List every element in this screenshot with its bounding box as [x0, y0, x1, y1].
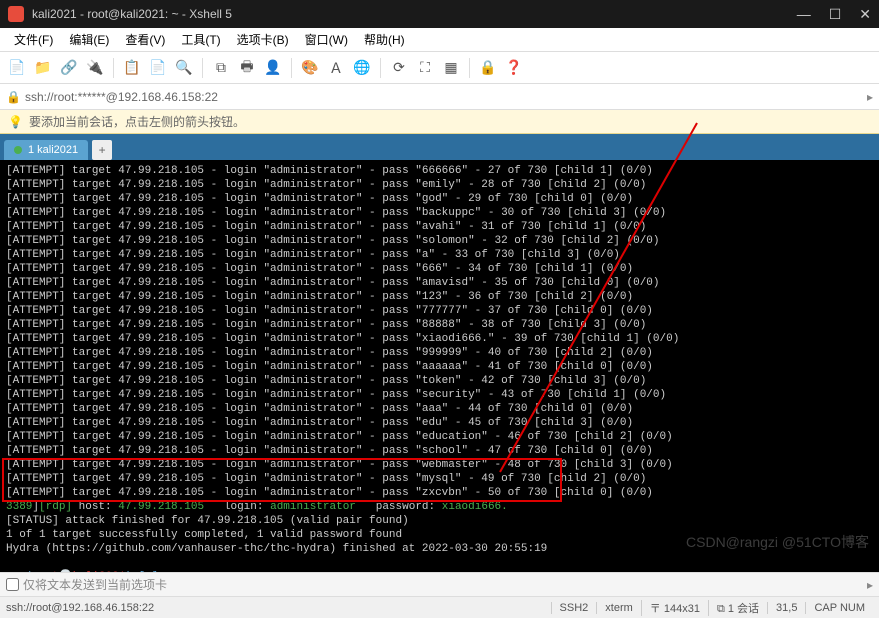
copy-icon[interactable]: 📋 [121, 57, 143, 79]
summary-line: Hydra (https://github.com/vanhauser-thc/… [6, 542, 873, 556]
search-icon[interactable]: 🔍 [173, 57, 195, 79]
menu-bar: 文件(F) 编辑(E) 查看(V) 工具(T) 选项卡(B) 窗口(W) 帮助(… [0, 28, 879, 52]
close-button[interactable]: ✕ [859, 6, 871, 23]
menu-tabs[interactable]: 选项卡(B) [229, 31, 297, 48]
status-ssh: SSH2 [551, 602, 597, 614]
properties-icon[interactable]: ⧉ [210, 57, 232, 79]
terminal[interactable]: [ATTEMPT] target 47.99.218.105 - login "… [0, 160, 879, 572]
bulb-icon: 💡 [8, 115, 23, 129]
menu-edit[interactable]: 编辑(E) [61, 31, 117, 48]
new-icon[interactable]: 📄 [6, 57, 28, 79]
terminal-line: [ATTEMPT] target 47.99.218.105 - login "… [6, 458, 873, 472]
print-icon[interactable]: 🖶 [236, 57, 258, 79]
prompt-line: ┌──(root💀kali2021)-[~] [6, 570, 873, 572]
add-tab-button[interactable]: + [92, 140, 112, 160]
compose-bar: 仅将文本发送到当前选项卡 ▸ [0, 572, 879, 596]
result-line: 3389][rdp] host: 47.99.218.105 login: ad… [6, 500, 873, 514]
hint-text: 要添加当前会话，点击左侧的箭头按钮。 [29, 113, 245, 130]
grid-icon[interactable]: ▦ [440, 57, 462, 79]
terminal-line: [ATTEMPT] target 47.99.218.105 - login "… [6, 234, 873, 248]
link-icon[interactable]: 🔗 [58, 57, 80, 79]
menu-view[interactable]: 查看(V) [117, 31, 173, 48]
terminal-line: [ATTEMPT] target 47.99.218.105 - login "… [6, 332, 873, 346]
menu-window[interactable]: 窗口(W) [297, 31, 356, 48]
terminal-line: [ATTEMPT] target 47.99.218.105 - login "… [6, 192, 873, 206]
reconnect-icon[interactable]: 🔌 [84, 57, 106, 79]
menu-file[interactable]: 文件(F) [6, 31, 61, 48]
terminal-line: [ATTEMPT] target 47.99.218.105 - login "… [6, 206, 873, 220]
status-chars: 31,5 [767, 602, 805, 614]
status-line: [STATUS] attack finished for 47.99.218.1… [6, 514, 873, 528]
help-icon[interactable]: ❓ [503, 57, 525, 79]
terminal-line: [ATTEMPT] target 47.99.218.105 - login "… [6, 318, 873, 332]
terminal-line: [ATTEMPT] target 47.99.218.105 - login "… [6, 374, 873, 388]
go-icon[interactable]: ▸ [867, 90, 873, 104]
status-term: xterm [596, 602, 641, 614]
color-icon[interactable]: 🎨 [299, 57, 321, 79]
globe-icon[interactable]: 🌐 [351, 57, 373, 79]
terminal-line: [ATTEMPT] target 47.99.218.105 - login "… [6, 486, 873, 500]
maximize-button[interactable]: ☐ [829, 6, 842, 23]
open-icon[interactable]: 📁 [32, 57, 54, 79]
minimize-button[interactable]: — [797, 6, 811, 23]
paste-icon[interactable]: 📄 [147, 57, 169, 79]
status-bar: ssh://root@192.168.46.158:22 SSH2 xterm … [0, 596, 879, 618]
font-icon[interactable]: Ａ [325, 57, 347, 79]
terminal-line: [ATTEMPT] target 47.99.218.105 - login "… [6, 416, 873, 430]
terminal-line: [ATTEMPT] target 47.99.218.105 - login "… [6, 430, 873, 444]
summary-line: 1 of 1 target successfully completed, 1 … [6, 528, 873, 542]
status-caps: CAP NUM [805, 602, 873, 614]
terminal-line: [ATTEMPT] target 47.99.218.105 - login "… [6, 402, 873, 416]
terminal-line: [ATTEMPT] target 47.99.218.105 - login "… [6, 346, 873, 360]
lock-small-icon: 🔒 [6, 90, 21, 104]
tab-label: 1 kali2021 [28, 144, 78, 156]
terminal-line: [ATTEMPT] target 47.99.218.105 - login "… [6, 276, 873, 290]
blank-line [6, 556, 873, 570]
tab-session[interactable]: 1 kali2021 [4, 140, 88, 160]
address-bar: 🔒 ssh://root:******@192.168.46.158:22 ▸ [0, 84, 879, 110]
terminal-line: [ATTEMPT] target 47.99.218.105 - login "… [6, 388, 873, 402]
menu-help[interactable]: 帮助(H) [356, 31, 413, 48]
title-bar: kali2021 - root@kali2021: ~ - Xshell 5 —… [0, 0, 879, 28]
terminal-line: [ATTEMPT] target 47.99.218.105 - login "… [6, 360, 873, 374]
send-all-checkbox[interactable] [6, 578, 19, 591]
tab-bar: 1 kali2021 + [0, 134, 879, 160]
app-icon [8, 6, 24, 22]
terminal-line: [ATTEMPT] target 47.99.218.105 - login "… [6, 262, 873, 276]
terminal-line: [ATTEMPT] target 47.99.218.105 - login "… [6, 444, 873, 458]
fullscreen-icon[interactable]: ⛶ [414, 57, 436, 79]
window-title: kali2021 - root@kali2021: ~ - Xshell 5 [32, 7, 797, 21]
lock-icon[interactable]: 🔒 [477, 57, 499, 79]
user-icon[interactable]: 👤 [262, 57, 284, 79]
terminal-line: [ATTEMPT] target 47.99.218.105 - login "… [6, 290, 873, 304]
terminal-line: [ATTEMPT] target 47.99.218.105 - login "… [6, 220, 873, 234]
terminal-line: [ATTEMPT] target 47.99.218.105 - login "… [6, 472, 873, 486]
status-dot-icon [14, 146, 22, 154]
compose-label: 仅将文本发送到当前选项卡 [23, 576, 867, 593]
terminal-line: [ATTEMPT] target 47.99.218.105 - login "… [6, 164, 873, 178]
terminal-line: [ATTEMPT] target 47.99.218.105 - login "… [6, 248, 873, 262]
menu-tools[interactable]: 工具(T) [173, 31, 228, 48]
terminal-line: [ATTEMPT] target 47.99.218.105 - login "… [6, 304, 873, 318]
send-icon[interactable]: ▸ [867, 578, 873, 592]
refresh-icon[interactable]: ⟳ [388, 57, 410, 79]
toolbar: 📄 📁 🔗 🔌 📋 📄 🔍 ⧉ 🖶 👤 🎨 Ａ 🌐 ⟳ ⛶ ▦ 🔒 ❓ [0, 52, 879, 84]
terminal-line: [ATTEMPT] target 47.99.218.105 - login "… [6, 178, 873, 192]
address-text[interactable]: ssh://root:******@192.168.46.158:22 [25, 90, 867, 104]
status-address: ssh://root@192.168.46.158:22 [6, 602, 551, 614]
hint-bar: 💡 要添加当前会话，点击左侧的箭头按钮。 [0, 110, 879, 134]
